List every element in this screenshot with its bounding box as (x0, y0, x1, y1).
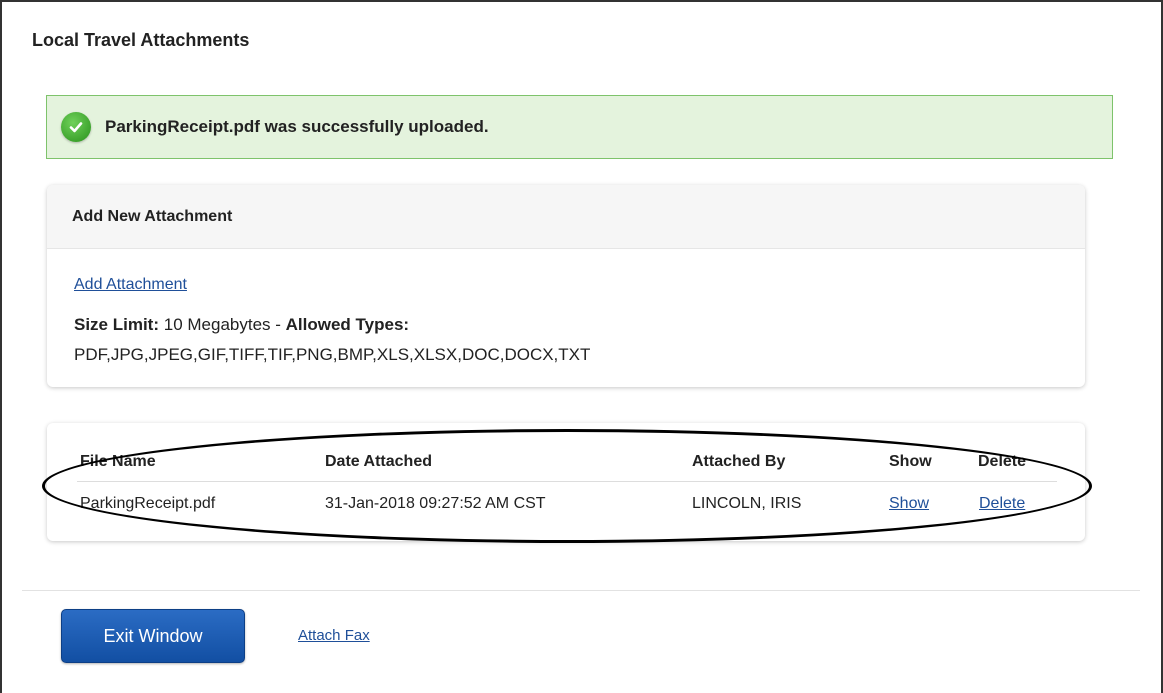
size-limit-value: 10 Megabytes - (159, 315, 286, 334)
success-alert: ParkingReceipt.pdf was successfully uplo… (46, 95, 1113, 159)
cell-attached-by: LINCOLN, IRIS (692, 495, 802, 512)
page-title: Local Travel Attachments (32, 30, 250, 50)
attach-fax-link[interactable]: Attach Fax (298, 627, 370, 644)
table-header-divider (77, 481, 1057, 482)
add-attachment-header: Add New Attachment (47, 185, 1085, 249)
cell-file-name: ParkingReceipt.pdf (80, 495, 216, 512)
allowed-types-list: PDF,JPG,JPEG,GIF,TIFF,TIF,PNG,BMP,XLS,XL… (74, 345, 591, 364)
window-frame: Local Travel Attachments ParkingReceipt.… (0, 0, 1163, 693)
cell-date-attached: 31-Jan-2018 09:27:52 AM CST (325, 495, 546, 512)
column-header-file-name: File Name (80, 453, 156, 470)
allowed-types-label: Allowed Types: (285, 315, 410, 334)
column-header-show: Show (889, 453, 932, 470)
footer-divider (22, 590, 1140, 591)
add-attachment-link[interactable]: Add Attachment (74, 276, 187, 294)
delete-link[interactable]: Delete (979, 495, 1025, 513)
column-header-delete: Delete (978, 453, 1027, 470)
check-circle-icon (61, 112, 91, 142)
column-header-attached-by: Attached By (692, 453, 786, 470)
alert-message: ParkingReceipt.pdf was successfully uplo… (105, 117, 489, 136)
column-header-date-attached: Date Attached (325, 453, 432, 470)
size-limit-line: Size Limit: 10 Megabytes - Allowed Types… (74, 315, 409, 335)
exit-window-button[interactable]: Exit Window (61, 609, 245, 663)
size-limit-label: Size Limit: (74, 315, 160, 334)
add-attachment-card: Add New Attachment Add Attachment Size L… (47, 185, 1085, 387)
attachments-table-card: File Name Date Attached Attached By Show… (47, 423, 1085, 541)
show-link[interactable]: Show (889, 495, 929, 513)
